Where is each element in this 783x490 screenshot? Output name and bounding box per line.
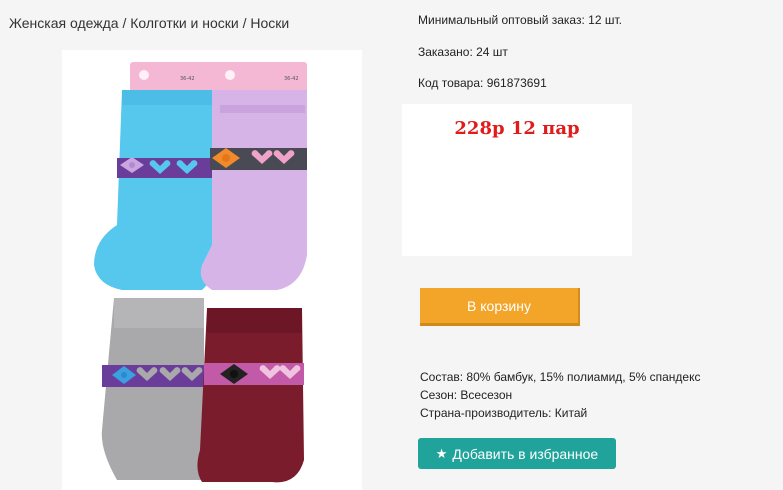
product-image[interactable]: 36-42 36-42 (62, 50, 362, 490)
price: 228р 12 пар (454, 118, 580, 139)
product-specs: Состав: 80% бамбук, 15% полиамид, 5% спа… (420, 368, 700, 422)
socks-photo: 36-42 36-42 (94, 62, 307, 483)
add-to-favorites-button[interactable]: ★ Добавить в избранное (418, 438, 616, 469)
sock-lilac (200, 90, 307, 290)
season-text: Сезон: Всесезон (420, 388, 513, 402)
breadcrumb-tights-socks[interactable]: Колготки и носки (130, 15, 239, 31)
ordered-count-text: Заказано: 24 шт (418, 45, 508, 59)
tag-size-label: 36-42 (180, 76, 195, 82)
breadcrumb-separator: / (238, 15, 251, 31)
sock-blue (94, 90, 212, 290)
add-to-favorites-label: Добавить в избранное (452, 445, 599, 462)
breadcrumb-socks[interactable]: Носки (250, 15, 289, 31)
add-to-cart-button[interactable]: В корзину (420, 288, 580, 326)
tag-size-label: 36-42 (284, 76, 299, 82)
sku-text: Код товара: 961873691 (418, 76, 547, 90)
star-icon: ★ (435, 445, 448, 461)
breadcrumb-separator: / (118, 15, 131, 31)
composition-text: Состав: 80% бамбук, 15% полиамид, 5% спа… (420, 370, 701, 384)
min-order-text: Минимальный оптовый заказ: 12 шт. (418, 13, 622, 27)
breadcrumb-womens-clothing[interactable]: Женская одежда (9, 15, 119, 31)
breadcrumb: Женская одежда / Колготки и носки / Носк… (9, 15, 289, 31)
sock-burgundy (197, 308, 304, 483)
price-panel: 228р 12 пар (402, 104, 632, 256)
country-text: Страна-производитель: Китай (420, 406, 588, 420)
